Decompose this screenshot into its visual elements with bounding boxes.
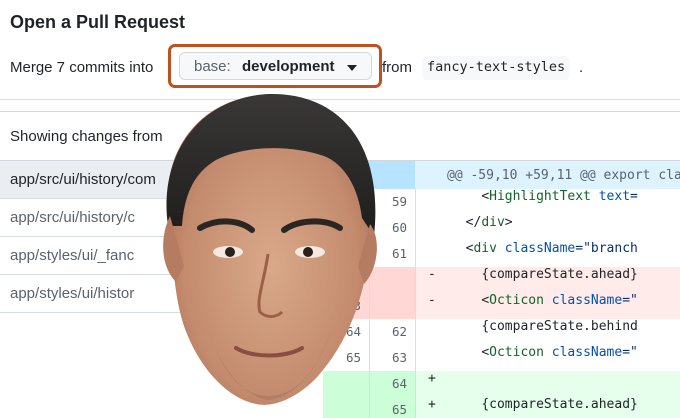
code-text: <HighlightText text= xyxy=(481,189,638,204)
code-line: - {compareState.ahead} xyxy=(415,267,680,293)
base-branch-button[interactable]: base: development xyxy=(179,52,372,80)
code-line: </div> xyxy=(415,215,680,241)
base-branch-name: development xyxy=(242,58,335,75)
code-text: {compareState.ahead} xyxy=(481,397,638,412)
code-line: <Octicon className=" xyxy=(415,345,680,371)
diff-sign: + xyxy=(428,371,436,386)
summary-text: Showing changes from xyxy=(10,128,163,145)
page-title: Open a Pull Request xyxy=(10,12,186,32)
triangle-down-icon xyxy=(347,65,357,71)
from-text: from xyxy=(382,59,412,76)
file-path: app/src/ui/history/c xyxy=(10,209,136,226)
code-line: <div className="branch xyxy=(415,241,680,267)
file-path: app/styles/ui/_fanc xyxy=(10,247,135,264)
merge-text: Merge 7 commits into xyxy=(10,59,154,76)
diff-sign: - xyxy=(428,267,436,282)
hunk-text: @@ -59,10 +59,11 @@ export cla xyxy=(447,168,680,183)
code-line: <HighlightText text= xyxy=(415,189,680,215)
code-text: {compareState.ahead} xyxy=(481,267,638,282)
code-text: {compareState.behind xyxy=(481,319,638,334)
period: . xyxy=(579,59,584,76)
code-text: <div className="branch xyxy=(465,241,638,256)
file-path: app/src/ui/history/com xyxy=(10,171,156,188)
head-branch: fancy-text-styles xyxy=(422,56,571,80)
code-line: {compareState.behind xyxy=(415,319,680,345)
diff-sign: + xyxy=(428,397,436,412)
file-path: app/styles/ui/histor xyxy=(10,285,135,302)
diff-sign: - xyxy=(428,293,436,308)
code-text: <Octicon className=" xyxy=(481,293,638,308)
code-line: + {compareState.ahead} xyxy=(415,397,680,418)
code-line: + xyxy=(415,371,680,397)
code-text: <Octicon className=" xyxy=(481,345,638,360)
overlaid-face-photo xyxy=(163,93,377,405)
base-label: base: xyxy=(194,58,231,75)
code-line: - <Octicon className=" xyxy=(415,293,680,319)
code-text: </div> xyxy=(465,215,513,230)
